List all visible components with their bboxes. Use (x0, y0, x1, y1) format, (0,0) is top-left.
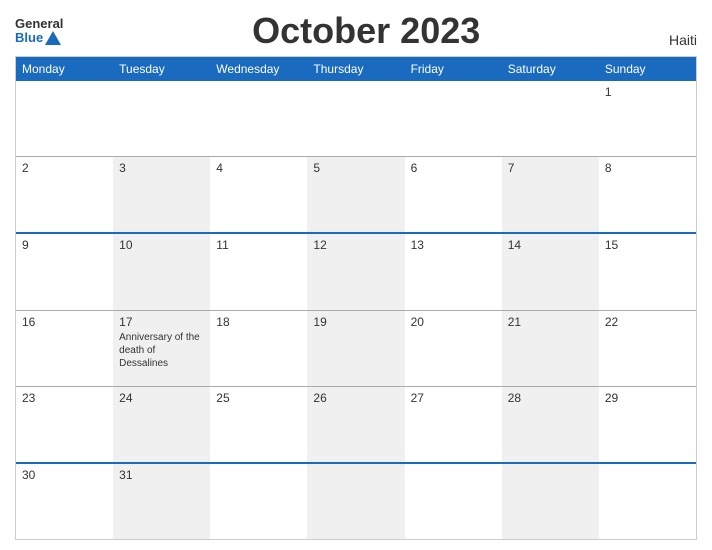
day-number: 18 (216, 315, 301, 329)
day-number: 16 (22, 315, 107, 329)
calendar-cell: 29 (599, 387, 696, 462)
calendar-cell (502, 81, 599, 156)
day-number: 26 (313, 391, 398, 405)
logo: General Blue (15, 17, 63, 46)
day-header-sunday: Sunday (599, 57, 696, 81)
calendar-cell: 13 (405, 234, 502, 309)
calendar-cell: 1 (599, 81, 696, 156)
day-number: 3 (119, 161, 204, 175)
calendar-cell: 26 (307, 387, 404, 462)
week-row-0: 1 (16, 81, 696, 156)
day-header-tuesday: Tuesday (113, 57, 210, 81)
calendar-cell: 7 (502, 157, 599, 232)
calendar-cell (405, 81, 502, 156)
logo-triangle-icon (45, 31, 61, 45)
day-number: 12 (313, 238, 398, 252)
day-number: 1 (605, 85, 690, 99)
day-header-friday: Friday (405, 57, 502, 81)
day-number: 20 (411, 315, 496, 329)
calendar-cell: 20 (405, 311, 502, 386)
calendar-cell (113, 81, 210, 156)
calendar-cell: 28 (502, 387, 599, 462)
calendar-cell: 10 (113, 234, 210, 309)
day-header-monday: Monday (16, 57, 113, 81)
day-number: 14 (508, 238, 593, 252)
day-headers-row: MondayTuesdayWednesdayThursdayFridaySatu… (16, 57, 696, 81)
day-number: 11 (216, 238, 301, 252)
calendar-cell (210, 81, 307, 156)
week-row-2: 9 10 11 12 13 14 15 (16, 232, 696, 309)
event-label: Anniversary of the death of Dessalines (119, 331, 204, 370)
day-number: 25 (216, 391, 301, 405)
day-number: 2 (22, 161, 107, 175)
day-header-saturday: Saturday (502, 57, 599, 81)
week-row-4: 23 24 25 26 27 28 29 (16, 386, 696, 462)
calendar-cell: 6 (405, 157, 502, 232)
calendar-cell (307, 464, 404, 539)
day-number: 8 (605, 161, 690, 175)
calendar-page: General Blue October 2023 Haiti MondayTu… (0, 0, 712, 550)
calendar-cell: 11 (210, 234, 307, 309)
day-number: 10 (119, 238, 204, 252)
calendar-grid: MondayTuesdayWednesdayThursdayFridaySatu… (15, 56, 697, 540)
day-number: 24 (119, 391, 204, 405)
calendar-cell: 22 (599, 311, 696, 386)
calendar-cell: 16 (16, 311, 113, 386)
calendar-cell: 18 (210, 311, 307, 386)
day-number: 30 (22, 468, 107, 482)
calendar-cell: 21 (502, 311, 599, 386)
calendar-cell: 15 (599, 234, 696, 309)
day-number: 23 (22, 391, 107, 405)
calendar-cell (599, 464, 696, 539)
day-number: 21 (508, 315, 593, 329)
calendar-cell: 27 (405, 387, 502, 462)
country-label: Haiti (669, 32, 697, 52)
day-number: 29 (605, 391, 690, 405)
day-number: 28 (508, 391, 593, 405)
day-number: 22 (605, 315, 690, 329)
calendar-cell (405, 464, 502, 539)
calendar-cell: 24 (113, 387, 210, 462)
day-number: 9 (22, 238, 107, 252)
day-number: 4 (216, 161, 301, 175)
day-number: 7 (508, 161, 593, 175)
calendar-cell: 23 (16, 387, 113, 462)
day-header-thursday: Thursday (307, 57, 404, 81)
calendar-cell (210, 464, 307, 539)
calendar-cell: 5 (307, 157, 404, 232)
calendar-cell: 25 (210, 387, 307, 462)
calendar-cell: 17 Anniversary of the death of Dessalines (113, 311, 210, 386)
calendar-cell: 31 (113, 464, 210, 539)
calendar-cell: 30 (16, 464, 113, 539)
day-number: 5 (313, 161, 398, 175)
day-number: 6 (411, 161, 496, 175)
day-header-wednesday: Wednesday (210, 57, 307, 81)
calendar-cell (502, 464, 599, 539)
day-number: 31 (119, 468, 204, 482)
day-number: 19 (313, 315, 398, 329)
calendar-cell: 4 (210, 157, 307, 232)
calendar-cell: 3 (113, 157, 210, 232)
day-number: 17 (119, 315, 204, 329)
day-number: 13 (411, 238, 496, 252)
calendar-title: October 2023 (63, 10, 669, 52)
week-row-1: 2345678 (16, 156, 696, 232)
calendar-cell (307, 81, 404, 156)
calendar-cell: 19 (307, 311, 404, 386)
weeks-container: 1234567891011121314151617Anniversary of … (16, 81, 696, 539)
day-number: 15 (605, 238, 690, 252)
calendar-cell: 2 (16, 157, 113, 232)
logo-blue-text: Blue (15, 31, 61, 45)
week-row-5: 30 31 (16, 462, 696, 539)
logo-general-text: General (15, 17, 63, 31)
calendar-cell: 12 (307, 234, 404, 309)
calendar-cell: 14 (502, 234, 599, 309)
day-number: 27 (411, 391, 496, 405)
calendar-cell: 8 (599, 157, 696, 232)
week-row-3: 16 17 Anniversary of the death of Dessalin… (16, 310, 696, 386)
calendar-cell (16, 81, 113, 156)
calendar-cell: 9 (16, 234, 113, 309)
header: General Blue October 2023 Haiti (15, 10, 697, 52)
